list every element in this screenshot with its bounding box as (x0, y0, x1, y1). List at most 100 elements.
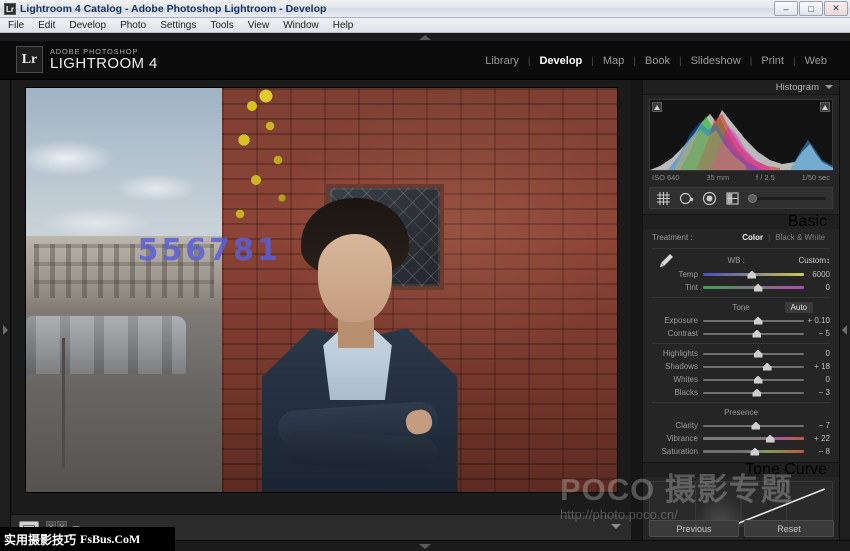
divider (652, 402, 830, 403)
close-button[interactable]: ✕ (824, 1, 848, 16)
presence-title: Presence (724, 408, 758, 417)
module-book[interactable]: Book (636, 55, 679, 67)
vibrance-slider[interactable] (703, 435, 804, 443)
photo-stage: 556781 (11, 80, 631, 500)
menu-file[interactable]: File (8, 20, 24, 31)
brush-size-knob[interactable] (748, 194, 757, 203)
blacks-knob[interactable] (752, 389, 761, 397)
whites-knob[interactable] (754, 376, 763, 384)
slider-row-vibrance: Vibrance + 22 (652, 432, 830, 445)
menu-tools[interactable]: Tools (210, 20, 233, 31)
highlight-clipping-indicator[interactable] (820, 102, 830, 112)
whites-slider[interactable] (703, 376, 804, 384)
red-eye-icon[interactable] (702, 191, 717, 206)
slider-row-tint: Tint 0 (652, 281, 830, 294)
module-library[interactable]: Library (476, 55, 528, 67)
slider-row-contrast: Contrast − 5 (652, 327, 830, 340)
shadows-knob[interactable] (763, 363, 772, 371)
identity-plate[interactable]: Lr ADOBE PHOTOSHOP LIGHTROOM 4 (16, 46, 158, 73)
presence-group-title-row: Presence (643, 406, 839, 419)
vibrance-knob[interactable] (766, 435, 775, 443)
histogram-graph[interactable] (649, 99, 833, 171)
contrast-knob[interactable] (752, 330, 761, 338)
clarity-knob[interactable] (751, 422, 760, 430)
contrast-value: − 5 (804, 329, 830, 338)
menu-view[interactable]: View (248, 20, 270, 31)
basic-panel-header[interactable]: Basic (643, 214, 839, 229)
slider-row-highlights: Highlights 0 (652, 347, 830, 360)
lightroom-badge-icon: Lr (16, 46, 43, 73)
top-panel-toggle[interactable] (0, 33, 850, 42)
module-slideshow[interactable]: Slideshow (682, 55, 750, 67)
highlights-value: 0 (804, 349, 830, 358)
left-panel-toggle[interactable] (0, 80, 11, 540)
saturation-slider[interactable] (703, 448, 804, 456)
highlights-slider[interactable] (703, 350, 804, 358)
shadow-clipping-indicator[interactable] (652, 102, 662, 112)
treatment-color-option[interactable]: Color (737, 233, 768, 242)
menu-settings[interactable]: Settings (160, 20, 196, 31)
menu-window[interactable]: Window (283, 20, 319, 31)
toolbar-options-caret-icon[interactable] (611, 524, 621, 529)
previous-button[interactable]: Previous (649, 520, 739, 537)
fsbus-watermark: 实用摄影技巧 FsBus.CoM (0, 527, 175, 551)
chevron-down-icon[interactable] (825, 85, 833, 89)
module-develop[interactable]: Develop (530, 55, 591, 67)
treatment-row: Treatment : Color | Black & White (643, 229, 839, 245)
histogram-panel-header[interactable]: Histogram (643, 80, 839, 95)
tint-slider[interactable] (703, 284, 804, 292)
slider-row-blacks: Blacks − 3 (652, 386, 830, 399)
tint-value: 0 (804, 283, 830, 292)
tone-curve-panel-header[interactable]: Tone Curve (643, 462, 839, 477)
brush-size-track[interactable] (757, 197, 826, 200)
shadows-slider[interactable] (703, 363, 804, 371)
divider (652, 297, 830, 298)
tone-group-title-row: Tone Auto (643, 301, 839, 314)
wb-sliders: Temp 6000 Tint 0 (643, 268, 839, 294)
exposure-value: + 0.10 (804, 316, 830, 325)
right-panel-toggle[interactable] (839, 80, 850, 540)
histogram-title: Histogram (776, 82, 819, 93)
menu-photo[interactable]: Photo (120, 20, 146, 31)
presence-sliders: Clarity − 7 Vibrance + 22 Sa (643, 419, 839, 458)
module-web[interactable]: Web (796, 55, 836, 67)
reset-button[interactable]: Reset (744, 520, 834, 537)
graduated-filter-icon[interactable] (725, 191, 740, 206)
highlights-label: Highlights (652, 349, 698, 358)
temp-knob[interactable] (747, 271, 756, 279)
slider-row-whites: Whites 0 (652, 373, 830, 386)
maximize-button[interactable]: □ (799, 1, 823, 16)
white-balance-stepper-icon[interactable]: ↕ (826, 256, 830, 265)
lightroom-window: Lr Lightroom 4 Catalog - Adobe Photoshop… (0, 0, 850, 551)
contrast-label: Contrast (652, 329, 698, 338)
menu-help[interactable]: Help (333, 20, 354, 31)
exposure-slider[interactable] (703, 317, 804, 325)
exposure-knob[interactable] (754, 317, 763, 325)
white-balance-value[interactable]: Custom (798, 256, 826, 265)
saturation-knob[interactable] (750, 448, 759, 456)
adjustment-brush-slider[interactable] (748, 192, 826, 204)
menubar: File Edit Develop Photo Settings Tools V… (0, 18, 850, 33)
spot-removal-icon[interactable] (679, 191, 694, 206)
module-header: Lr ADOBE PHOTOSHOP LIGHTROOM 4 Library |… (0, 42, 850, 80)
module-map[interactable]: Map (594, 55, 633, 67)
auto-tone-button[interactable]: Auto (785, 302, 813, 313)
menu-develop[interactable]: Develop (69, 20, 106, 31)
white-balance-selector-icon[interactable] (652, 253, 674, 267)
menu-edit[interactable]: Edit (38, 20, 55, 31)
photo-preview[interactable]: 556781 (26, 88, 617, 492)
module-print[interactable]: Print (752, 55, 793, 67)
image-workspace: 556781 Y Y (11, 80, 631, 540)
tint-knob[interactable] (754, 284, 763, 292)
shadows-track (703, 366, 804, 368)
contrast-slider[interactable] (703, 330, 804, 338)
minimize-button[interactable]: – (774, 1, 798, 16)
blacks-slider[interactable] (703, 389, 804, 397)
crop-overlay-icon[interactable] (656, 191, 671, 206)
identity-text: ADOBE PHOTOSHOP LIGHTROOM 4 (50, 48, 158, 72)
temp-slider[interactable] (703, 271, 804, 279)
highlights-knob[interactable] (754, 350, 763, 358)
clarity-slider[interactable] (703, 422, 804, 430)
treatment-bw-option[interactable]: Black & White (770, 233, 830, 242)
chevron-right-icon (3, 325, 8, 335)
